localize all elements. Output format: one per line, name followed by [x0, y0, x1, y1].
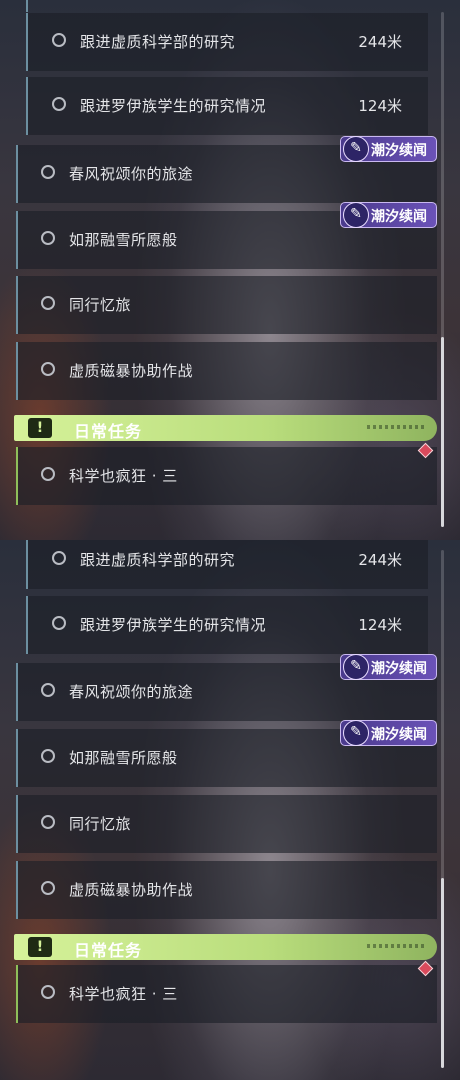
quest-panel-top: 跟进虚质科学部的研究 244米 跟进罗伊族学生的研究情况 124米 春风祝颂你的… [0, 0, 460, 540]
scrollbar[interactable] [441, 12, 444, 527]
quest-status-circle-icon [41, 296, 55, 310]
decoration-stripes [367, 425, 427, 429]
quest-distance: 244米 [358, 33, 402, 51]
tag-label: 潮汐续闻 [371, 661, 427, 677]
tidal-news-tag: ✎ 潮汐续闻 [340, 720, 437, 746]
tag-label: 潮汐续闻 [371, 209, 427, 225]
quest-distance: 244米 [358, 551, 402, 569]
tidal-news-tag: ✎ 潮汐续闻 [340, 136, 437, 162]
alert-icon: ! [28, 937, 52, 957]
quest-distance: 124米 [358, 97, 402, 115]
tidal-news-tag: ✎ 潮汐续闻 [340, 202, 437, 228]
quest-status-circle-icon [41, 815, 55, 829]
quest-item-roy-students[interactable]: 跟进罗伊族学生的研究情况 124米 [26, 596, 428, 654]
quest-label: 如那融雪所愿般 [69, 231, 178, 249]
quest-label: 跟进罗伊族学生的研究情况 [80, 616, 267, 634]
tidal-news-icon: ✎ [343, 136, 369, 162]
quest-label: 如那融雪所愿般 [69, 749, 178, 767]
quest-label: 春风祝颂你的旅途 [69, 683, 194, 701]
quest-item-journey-together[interactable]: 同行忆旅 [16, 276, 437, 334]
quest-label: 春风祝颂你的旅途 [69, 165, 194, 183]
daily-quests-header[interactable]: ! 日常任务 [14, 415, 437, 441]
quest-status-circle-icon [41, 985, 55, 999]
tidal-news-icon: ✎ [343, 202, 369, 228]
quest-status-circle-icon [52, 616, 66, 630]
quest-status-circle-icon [41, 165, 55, 179]
quest-item-daily-science[interactable]: 科学也疯狂 · 三 [16, 965, 437, 1023]
quest-status-circle-icon [41, 231, 55, 245]
scrollbar-thumb[interactable] [441, 337, 444, 527]
quest-label: 跟进罗伊族学生的研究情况 [80, 97, 267, 115]
quest-status-circle-icon [41, 467, 55, 481]
quest-item-magnetic-storm[interactable]: 虚质磁暴协助作战 [16, 861, 437, 919]
scrollbar-thumb[interactable] [441, 878, 444, 1068]
quest-item-roy-students[interactable]: 跟进罗伊族学生的研究情况 124米 [26, 77, 428, 135]
quest-label: 科学也疯狂 · 三 [69, 467, 178, 485]
daily-quests-title: 日常任务 [74, 422, 143, 441]
quest-item-journey-together[interactable]: 同行忆旅 [16, 795, 437, 853]
quest-status-circle-icon [41, 881, 55, 895]
quest-label: 科学也疯狂 · 三 [69, 985, 178, 1003]
tidal-news-icon: ✎ [343, 654, 369, 680]
quest-item-virtual-science[interactable]: 跟进虚质科学部的研究 244米 [26, 540, 428, 589]
tidal-news-tag: ✎ 潮汐续闻 [340, 654, 437, 680]
quest-status-circle-icon [52, 551, 66, 565]
daily-quests-title: 日常任务 [74, 941, 143, 960]
quest-item-virtual-science[interactable]: 跟进虚质科学部的研究 244米 [26, 13, 428, 71]
quest-status-circle-icon [41, 749, 55, 763]
scrollbar[interactable] [441, 550, 444, 1068]
quest-item-magnetic-storm[interactable]: 虚质磁暴协助作战 [16, 342, 437, 400]
tag-label: 潮汐续闻 [371, 143, 427, 159]
quest-item-daily-science[interactable]: 科学也疯狂 · 三 [16, 447, 437, 505]
quest-label: 虚质磁暴协助作战 [69, 881, 194, 899]
quest-label: 同行忆旅 [69, 296, 132, 314]
quest-status-circle-icon [52, 33, 66, 47]
quest-label: 虚质磁暴协助作战 [69, 362, 194, 380]
daily-quests-header[interactable]: ! 日常任务 [14, 934, 437, 960]
quest-label: 跟进虚质科学部的研究 [80, 33, 236, 51]
quest-distance: 124米 [358, 616, 402, 634]
tag-label: 潮汐续闻 [371, 727, 427, 743]
quest-status-circle-icon [41, 683, 55, 697]
quest-label: 同行忆旅 [69, 815, 132, 833]
quest-connector [26, 0, 28, 12]
alert-icon: ! [28, 418, 52, 438]
quest-status-circle-icon [52, 97, 66, 111]
decoration-stripes [367, 944, 427, 948]
quest-label: 跟进虚质科学部的研究 [80, 551, 236, 569]
quest-status-circle-icon [41, 362, 55, 376]
quest-panel-bottom: 跟进虚质科学部的研究 244米 跟进罗伊族学生的研究情况 124米 春风祝颂你的… [0, 540, 460, 1080]
tidal-news-icon: ✎ [343, 720, 369, 746]
